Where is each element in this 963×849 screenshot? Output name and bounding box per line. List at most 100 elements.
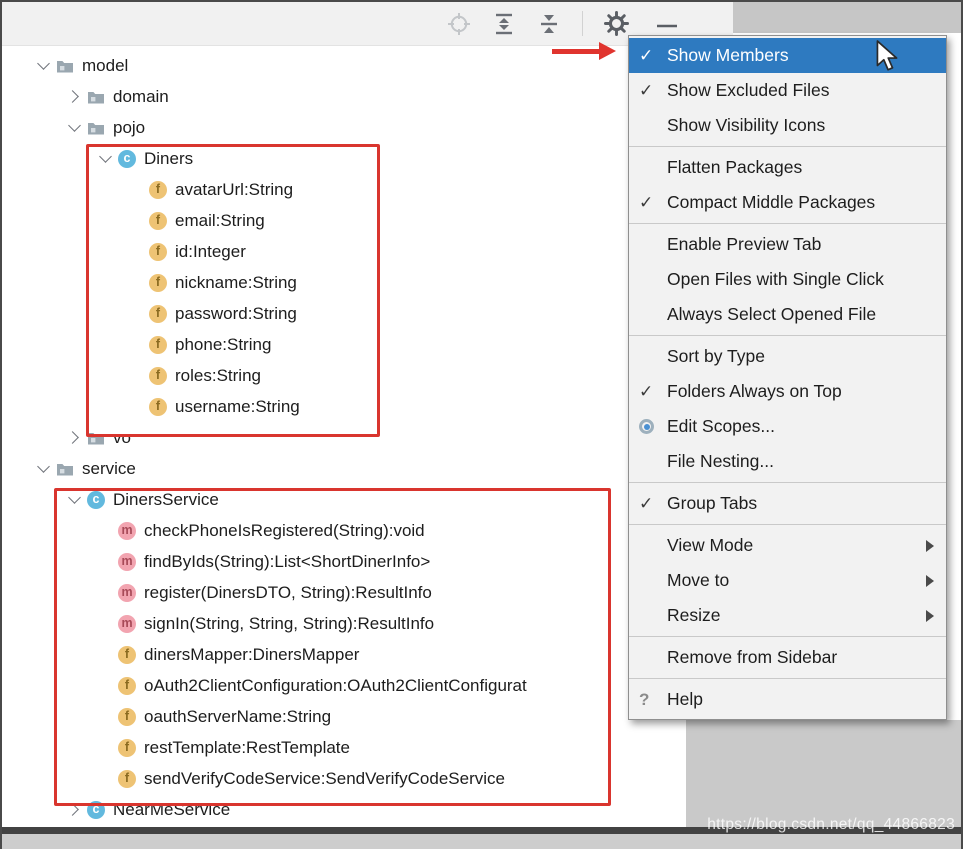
desktop-strip	[2, 834, 961, 849]
field-icon: f	[118, 708, 136, 726]
tree-label: service	[82, 459, 136, 479]
menu-item-label: View Mode	[667, 535, 918, 556]
chevron-spacer	[92, 515, 118, 546]
tree-label: nickname:String	[175, 273, 297, 293]
menu-item-folders-always-on-top[interactable]: ✓Folders Always on Top	[629, 374, 946, 409]
menu-item-enable-preview-tab[interactable]: Enable Preview Tab	[629, 227, 946, 262]
menu-item-label: Remove from Sidebar	[667, 647, 934, 668]
menu-item-group-tabs[interactable]: ✓Group Tabs	[629, 486, 946, 521]
tree-label: NearMeService	[113, 800, 230, 820]
menu-item-label: Help	[667, 689, 934, 710]
menu-item-label: Show Visibility Icons	[667, 115, 934, 136]
chevron-down-icon[interactable]	[61, 112, 87, 143]
menu-separator	[629, 524, 946, 525]
class-icon: c	[118, 150, 136, 168]
locate-icon[interactable]	[445, 10, 473, 38]
folder-icon	[56, 57, 74, 75]
menu-item-label: Open Files with Single Click	[667, 269, 934, 290]
tree-label: Diners	[144, 149, 193, 169]
minimize-icon[interactable]	[653, 10, 681, 38]
field-icon: f	[118, 677, 136, 695]
chevron-spacer	[92, 546, 118, 577]
menu-item-show-excluded-files[interactable]: ✓Show Excluded Files	[629, 73, 946, 108]
menu-item-sort-by-type[interactable]: Sort by Type	[629, 339, 946, 374]
collapse-all-icon[interactable]	[535, 10, 563, 38]
chevron-spacer	[123, 205, 149, 236]
menu-item-label: Compact Middle Packages	[667, 192, 934, 213]
menu-item-label: Flatten Packages	[667, 157, 934, 178]
chevron-down-icon[interactable]	[30, 50, 56, 81]
menu-item-always-select-opened-file[interactable]: Always Select Opened File	[629, 297, 946, 332]
chevron-spacer	[123, 174, 149, 205]
folder-icon	[87, 119, 105, 137]
tree-label: phone:String	[175, 335, 271, 355]
method-icon: m	[118, 553, 136, 571]
menu-item-view-mode[interactable]: View Mode	[629, 528, 946, 563]
chevron-spacer	[123, 360, 149, 391]
menu-separator	[629, 335, 946, 336]
tree-label: oAuth2ClientConfiguration:OAuth2ClientCo…	[144, 676, 527, 696]
tree-label: pojo	[113, 118, 145, 138]
menu-item-move-to[interactable]: Move to	[629, 563, 946, 598]
chevron-spacer	[92, 608, 118, 639]
menu-item-label: Edit Scopes...	[667, 416, 934, 437]
scope-radio-icon	[639, 419, 667, 434]
menu-separator	[629, 678, 946, 679]
tree-label: vo	[113, 428, 131, 448]
class-icon: c	[87, 491, 105, 509]
chevron-spacer	[92, 763, 118, 794]
menu-item-edit-scopes[interactable]: Edit Scopes...	[629, 409, 946, 444]
toolbar-separator	[582, 11, 583, 36]
chevron-right-icon[interactable]	[61, 422, 87, 453]
chevron-down-icon[interactable]	[92, 143, 118, 174]
field-icon: f	[118, 739, 136, 757]
field-icon: f	[149, 212, 167, 230]
chevron-right-icon[interactable]	[61, 81, 87, 112]
checkmark-icon: ✓	[639, 382, 667, 402]
field-icon: f	[149, 336, 167, 354]
field-icon: f	[149, 181, 167, 199]
field-icon: f	[149, 305, 167, 323]
menu-item-label: Show Excluded Files	[667, 80, 934, 101]
tree-label: domain	[113, 87, 169, 107]
settings-gear-icon[interactable]	[602, 10, 630, 38]
method-icon: m	[118, 522, 136, 540]
menu-item-label: Resize	[667, 605, 918, 626]
class-icon: c	[87, 801, 105, 819]
submenu-arrow-icon	[926, 540, 934, 552]
folder-icon	[56, 460, 74, 478]
menu-item-label: Sort by Type	[667, 346, 934, 367]
menu-item-show-members[interactable]: ✓Show Members	[629, 38, 946, 73]
checkmark-icon: ✓	[639, 46, 667, 66]
chevron-right-icon[interactable]	[61, 794, 87, 825]
menu-item-show-visibility-icons[interactable]: Show Visibility Icons	[629, 108, 946, 143]
chevron-spacer	[123, 267, 149, 298]
menu-item-remove-from-sidebar[interactable]: Remove from Sidebar	[629, 640, 946, 675]
tree-label: checkPhoneIsRegistered(String):void	[144, 521, 425, 541]
menu-item-flatten-packages[interactable]: Flatten Packages	[629, 150, 946, 185]
menu-item-label: Folders Always on Top	[667, 381, 934, 402]
panel-toolbar	[2, 2, 733, 46]
field-icon: f	[118, 646, 136, 664]
tree-label: oauthServerName:String	[144, 707, 331, 727]
menu-item-help[interactable]: ?Help	[629, 682, 946, 717]
checkmark-icon: ✓	[639, 81, 667, 101]
chevron-spacer	[123, 329, 149, 360]
menu-separator	[629, 482, 946, 483]
menu-item-open-files-with-single-click[interactable]: Open Files with Single Click	[629, 262, 946, 297]
menu-item-resize[interactable]: Resize	[629, 598, 946, 633]
chevron-spacer	[92, 670, 118, 701]
tree-label: signIn(String, String, String):ResultInf…	[144, 614, 434, 634]
tree-label: DinersService	[113, 490, 219, 510]
menu-item-file-nesting[interactable]: File Nesting...	[629, 444, 946, 479]
chevron-down-icon[interactable]	[30, 453, 56, 484]
tree-label: restTemplate:RestTemplate	[144, 738, 350, 758]
chevron-spacer	[123, 391, 149, 422]
checkmark-icon: ✓	[639, 193, 667, 213]
menu-item-label: Show Members	[667, 45, 934, 66]
background-bottom-right	[686, 720, 961, 827]
chevron-down-icon[interactable]	[61, 484, 87, 515]
menu-item-compact-middle-packages[interactable]: ✓Compact Middle Packages	[629, 185, 946, 220]
tree-label: dinersMapper:DinersMapper	[144, 645, 359, 665]
expand-all-icon[interactable]	[490, 10, 518, 38]
